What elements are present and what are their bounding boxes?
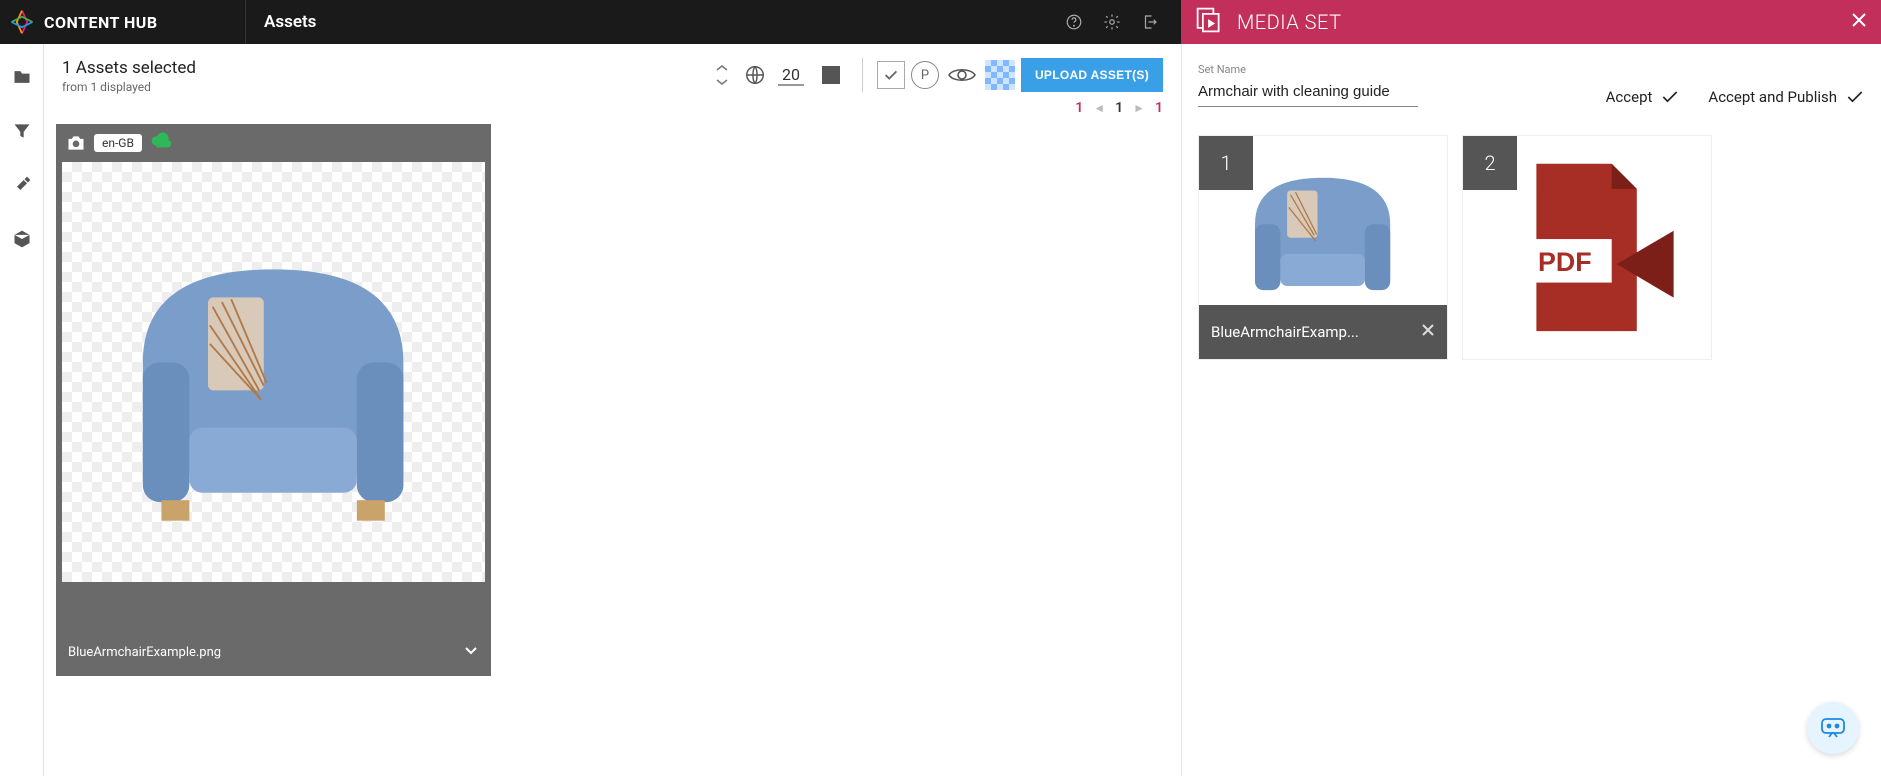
stop-icon[interactable] bbox=[814, 58, 848, 92]
brand-title: CONTENT HUB bbox=[44, 13, 158, 32]
page-last[interactable]: 1 bbox=[1155, 100, 1163, 116]
check-icon bbox=[1845, 87, 1865, 107]
item-caption-bar: Upholstery Cleaning... bbox=[1463, 359, 1711, 360]
item-index-badge: 2 bbox=[1463, 136, 1517, 190]
page-size-stepper[interactable] bbox=[716, 61, 728, 89]
preview-icon[interactable] bbox=[945, 58, 979, 92]
help-icon[interactable] bbox=[1055, 0, 1093, 44]
media-set-header: MEDIA SET bbox=[1181, 0, 1881, 44]
assets-grid: en-GB bbox=[44, 124, 1181, 676]
sidebar-folder-icon[interactable] bbox=[0, 62, 44, 92]
asset-card[interactable]: en-GB bbox=[56, 124, 491, 676]
app-header: CONTENT HUB Assets MEDIA SET bbox=[0, 0, 1881, 44]
asset-card-header: en-GB bbox=[56, 124, 491, 162]
accept-publish-button[interactable]: Accept and Publish bbox=[1708, 87, 1865, 107]
page-current: 1 bbox=[1115, 100, 1123, 116]
asset-filename: BlueArmchairExample.png bbox=[68, 645, 221, 660]
toolbar: 1 Assets selected from 1 displayed 20 P bbox=[44, 44, 1181, 100]
set-name-label: Set Name bbox=[1198, 63, 1246, 76]
globe-icon[interactable] bbox=[738, 58, 772, 92]
media-set-item[interactable]: 1 BlueArmchairExamp... bbox=[1198, 135, 1448, 360]
media-set-item[interactable]: 2 PDF Upholstery Cleaning... bbox=[1462, 135, 1712, 360]
logout-icon[interactable] bbox=[1131, 0, 1169, 44]
header-section-title: Assets bbox=[245, 0, 1055, 44]
chevron-right-icon[interactable]: ► bbox=[1133, 101, 1145, 115]
page-size-value: 20 bbox=[778, 65, 804, 86]
upload-button[interactable]: UPLOAD ASSET(S) bbox=[1021, 58, 1163, 92]
remove-item-icon[interactable] bbox=[1685, 359, 1699, 360]
center-panel: 1 Assets selected from 1 displayed 20 P bbox=[44, 44, 1181, 776]
chevron-down-icon[interactable] bbox=[716, 75, 728, 89]
sidebar-tools-icon[interactable] bbox=[0, 170, 44, 200]
brand-block: CONTENT HUB bbox=[0, 0, 245, 44]
asset-thumbnail bbox=[62, 162, 485, 582]
chevron-up-icon[interactable] bbox=[716, 61, 728, 75]
close-icon[interactable] bbox=[1851, 12, 1867, 32]
select-all-checkbox[interactable] bbox=[877, 61, 905, 89]
cloud-synced-icon bbox=[150, 132, 172, 154]
item-caption: BlueArmchairExamp... bbox=[1211, 323, 1359, 341]
gear-icon[interactable] bbox=[1093, 0, 1131, 44]
accept-label: Accept bbox=[1606, 88, 1653, 106]
asset-card-footer: BlueArmchairExample.png bbox=[56, 632, 491, 676]
media-set-panel: Set Name Accept Accept and Publish 1 bbox=[1181, 44, 1881, 776]
selection-count: 1 Assets selected bbox=[62, 58, 196, 78]
chat-fab[interactable] bbox=[1807, 702, 1859, 754]
item-index-badge: 1 bbox=[1199, 136, 1253, 190]
set-name-field: Set Name bbox=[1198, 58, 1418, 107]
toolbar-divider bbox=[862, 58, 863, 92]
check-icon bbox=[1660, 87, 1680, 107]
sidebar bbox=[0, 44, 44, 776]
sidebar-filter-icon[interactable] bbox=[0, 116, 44, 146]
remove-item-icon[interactable] bbox=[1421, 323, 1435, 341]
item-caption: Upholstery Cleaning... bbox=[1475, 359, 1620, 360]
language-chip: en-GB bbox=[94, 134, 142, 152]
accept-publish-label: Accept and Publish bbox=[1708, 88, 1837, 106]
header-actions bbox=[1055, 0, 1181, 44]
accept-button[interactable]: Accept bbox=[1606, 87, 1681, 107]
page-first[interactable]: 1 bbox=[1075, 100, 1083, 116]
displayed-count: from 1 displayed bbox=[62, 80, 196, 94]
media-set-items: 1 BlueArmchairExamp... bbox=[1198, 135, 1865, 360]
sidebar-package-icon[interactable] bbox=[0, 224, 44, 254]
chevron-left-icon[interactable]: ◄ bbox=[1093, 101, 1105, 115]
camera-icon bbox=[66, 134, 86, 152]
item-caption-bar: BlueArmchairExamp... bbox=[1199, 305, 1447, 359]
svg-text:PDF: PDF bbox=[1538, 247, 1592, 277]
chevron-down-icon[interactable] bbox=[463, 642, 479, 662]
transparency-toggle-icon[interactable] bbox=[985, 60, 1015, 90]
publish-status-icon[interactable]: P bbox=[911, 61, 939, 89]
media-set-icon bbox=[1195, 6, 1223, 38]
pagination: 1 ◄ 1 ► 1 bbox=[44, 100, 1181, 124]
set-name-input[interactable] bbox=[1198, 77, 1418, 107]
media-set-title: MEDIA SET bbox=[1237, 10, 1342, 34]
app-logo-icon bbox=[0, 0, 44, 44]
